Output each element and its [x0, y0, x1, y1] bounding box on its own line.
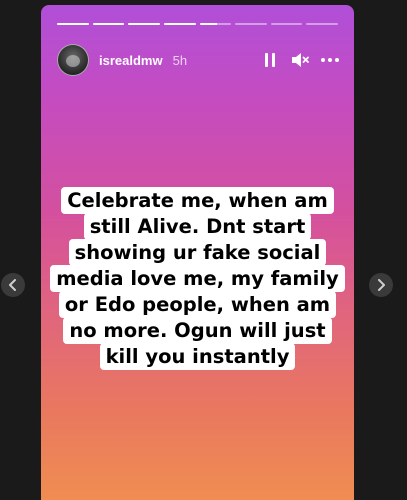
mute-button[interactable] — [290, 50, 310, 70]
progress-segment — [199, 23, 232, 25]
pause-button[interactable] — [260, 50, 280, 70]
progress-segment — [128, 23, 160, 25]
progress-segment-fill — [128, 23, 160, 25]
story-caption: Celebrate me, when am still Alive. Dnt s… — [41, 187, 354, 370]
story-timestamp: 5h — [172, 52, 188, 68]
progress-segment-fill — [199, 23, 217, 25]
chevron-right-icon — [378, 279, 385, 291]
progress-segment — [163, 23, 196, 25]
pause-icon — [265, 53, 275, 67]
mute-icon — [292, 53, 309, 67]
story-progress-bar — [57, 23, 338, 25]
caption-line: media love me, my family — [50, 265, 345, 292]
more-icon — [321, 58, 339, 62]
caption-line: showing ur fake social — [68, 239, 327, 266]
chevron-left-icon — [9, 279, 16, 291]
progress-segment-fill — [163, 23, 196, 25]
progress-segment-fill — [92, 23, 125, 25]
progress-segment — [92, 23, 125, 25]
story-viewer[interactable]: isrealdmw 5h Celebrate me, when am still… — [41, 5, 354, 500]
username-link[interactable]: isrealdmw — [99, 53, 163, 68]
avatar[interactable] — [57, 44, 89, 76]
progress-segment — [235, 23, 267, 25]
progress-segment — [57, 23, 89, 25]
caption-line: kill you instantly — [99, 343, 296, 370]
next-story-button[interactable] — [369, 273, 393, 297]
story-header: isrealdmw 5h — [57, 44, 340, 76]
progress-segment — [306, 23, 338, 25]
progress-segment — [270, 23, 303, 25]
caption-line: Celebrate me, when am — [61, 187, 334, 214]
previous-story-button[interactable] — [1, 273, 25, 297]
story-controls — [260, 50, 340, 70]
caption-line: still Alive. Dnt start — [83, 213, 312, 240]
caption-line: or Edo people, when am — [58, 291, 337, 318]
more-options-button[interactable] — [320, 50, 340, 70]
progress-segment-fill — [57, 23, 89, 25]
caption-line: no more. Ogun will just — [63, 317, 332, 344]
